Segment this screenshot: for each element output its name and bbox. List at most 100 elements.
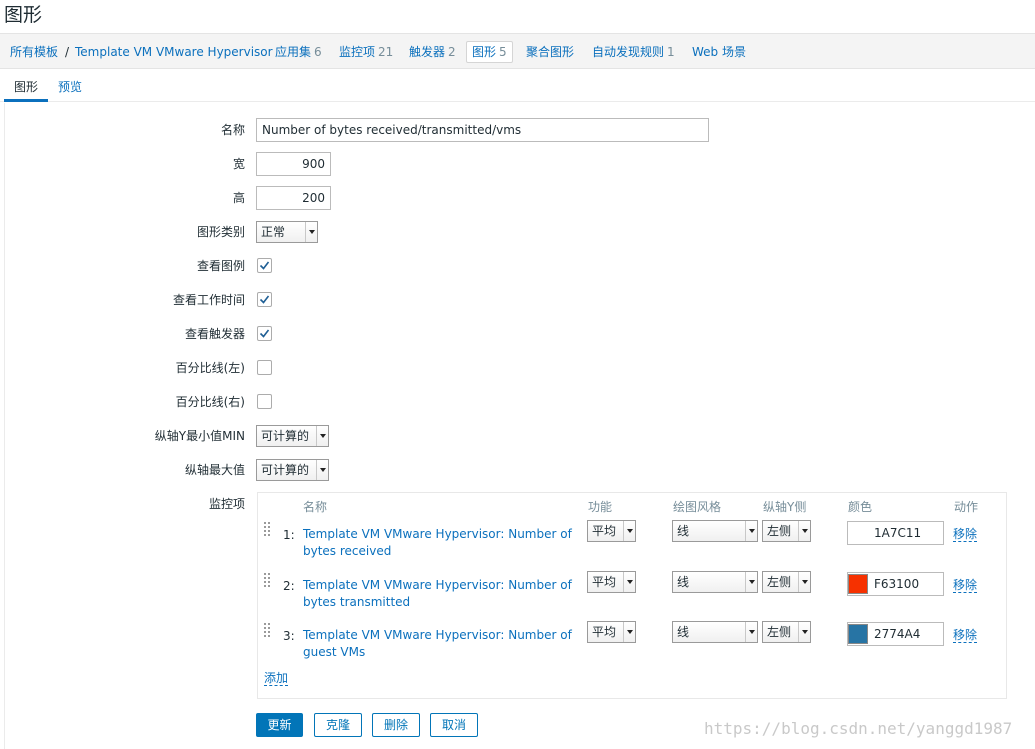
height-label: 高 (232, 191, 245, 205)
ymax-label: 纵轴最大值 (184, 463, 245, 477)
col-header-name: 名称 (303, 500, 328, 514)
y-axis-side-value: 左侧 (767, 625, 792, 639)
y-axis-side-select[interactable]: 左侧 (762, 621, 811, 643)
color-swatch[interactable] (848, 624, 868, 644)
color-swatch[interactable] (848, 574, 868, 594)
checkmark-icon (259, 329, 270, 338)
show-worktime-checkbox[interactable] (257, 292, 272, 307)
percentile-left-checkbox[interactable] (257, 360, 272, 375)
ymin-value: 可计算的 (261, 429, 310, 443)
color-input[interactable]: 1A7C11 (847, 521, 944, 545)
nav-applications-label: 应用集 (275, 45, 312, 59)
nav-discovery-count: 1 (667, 45, 675, 59)
row-number: 3: (283, 629, 295, 643)
checkmark-icon (259, 261, 270, 270)
col-header-draw-style: 绘图风格 (673, 500, 722, 514)
percentile-right-label: 百分比线(右) (175, 395, 245, 409)
breadcrumb-template[interactable]: Template VM VMware Hypervisor (75, 44, 273, 60)
show-worktime-label: 查看工作时间 (172, 293, 245, 307)
item-name-link[interactable]: Template VM VMware Hypervisor: Number of… (303, 577, 585, 611)
chevron-down-icon (305, 222, 317, 242)
host-navigation: 所有模板 / Template VM VMware Hypervisor 应用集… (0, 33, 1035, 69)
chevron-down-icon (745, 521, 757, 541)
nav-graphs[interactable]: 图形 5 (466, 41, 513, 63)
y-axis-side-select[interactable]: 左侧 (762, 520, 811, 542)
drag-handle-icon[interactable] (264, 573, 270, 589)
graph-items-table: 名称 功能 绘图风格 纵轴Y侧 颜色 动作 1: Template VM VMw… (257, 492, 1007, 699)
breadcrumb-separator: / (65, 45, 70, 59)
drag-handle-icon[interactable] (264, 623, 270, 639)
function-select[interactable]: 平均 (587, 571, 636, 593)
remove-item-link[interactable]: 移除 (953, 578, 978, 593)
show-legend-checkbox[interactable] (257, 258, 272, 273)
delete-button[interactable]: 删除 (372, 713, 420, 737)
col-header-color: 颜色 (848, 500, 873, 514)
name-label: 名称 (220, 123, 245, 137)
nav-graphs-label: 图形 (472, 45, 497, 59)
width-label: 宽 (232, 157, 245, 171)
breadcrumb-all-templates[interactable]: 所有模板 (10, 44, 58, 60)
chevron-down-icon (316, 460, 328, 480)
nav-graphs-count: 5 (499, 45, 507, 59)
clone-button[interactable]: 克隆 (314, 713, 362, 737)
draw-style-select[interactable]: 线 (672, 621, 758, 643)
function-value: 平均 (592, 625, 617, 639)
col-header-function: 功能 (588, 500, 613, 514)
item-name-link[interactable]: Template VM VMware Hypervisor: Number of… (303, 526, 585, 560)
nav-discovery-label: 自动发现规则 (592, 45, 665, 59)
drag-handle-icon[interactable] (264, 522, 270, 538)
remove-item-link[interactable]: 移除 (953, 628, 978, 643)
percentile-right-checkbox[interactable] (257, 394, 272, 409)
nav-items-label: 监控项 (339, 45, 376, 59)
cancel-button[interactable]: 取消 (430, 713, 478, 737)
chevron-down-icon (316, 426, 328, 446)
nav-items-count: 21 (378, 45, 394, 59)
nav-discovery-rules[interactable]: 自动发现规则 1 (592, 44, 675, 60)
draw-style-select[interactable]: 线 (672, 520, 758, 542)
ymax-value: 可计算的 (261, 463, 310, 477)
nav-screens[interactable]: 聚合图形 (526, 44, 574, 60)
chevron-down-icon (623, 572, 635, 592)
graph-type-select[interactable]: 正常 (256, 221, 318, 243)
nav-items[interactable]: 监控项 21 (339, 44, 393, 60)
chevron-down-icon (623, 622, 635, 642)
function-select[interactable]: 平均 (587, 621, 636, 643)
tab-preview[interactable]: 预览 (58, 79, 82, 95)
items-label: 监控项 (208, 497, 245, 511)
row-number: 2: (283, 579, 295, 593)
item-name-link[interactable]: Template VM VMware Hypervisor: Number of… (303, 627, 585, 661)
nav-triggers-label: 触发器 (409, 45, 446, 59)
chevron-down-icon (623, 521, 635, 541)
graph-type-value: 正常 (261, 225, 286, 239)
height-input[interactable]: 200 (256, 186, 331, 210)
chevron-down-icon (798, 622, 810, 642)
page-title: 图形 (4, 4, 43, 26)
name-input[interactable]: Number of bytes received/transmitted/vms (256, 118, 709, 142)
width-input[interactable]: 900 (256, 152, 331, 176)
chevron-down-icon (745, 572, 757, 592)
remove-item-link[interactable]: 移除 (953, 527, 978, 542)
y-axis-side-value: 左侧 (767, 524, 792, 538)
show-triggers-checkbox[interactable] (257, 326, 272, 341)
draw-style-value: 线 (677, 575, 690, 589)
function-select[interactable]: 平均 (587, 520, 636, 542)
y-axis-side-select[interactable]: 左侧 (762, 571, 811, 593)
update-button[interactable]: 更新 (256, 713, 303, 737)
draw-style-value: 线 (677, 625, 690, 639)
function-value: 平均 (592, 575, 617, 589)
nav-web-scenarios[interactable]: Web 场景 (692, 44, 746, 60)
nav-applications[interactable]: 应用集 6 (275, 44, 322, 60)
function-value: 平均 (592, 524, 617, 538)
ymin-select[interactable]: 可计算的 (256, 425, 329, 447)
nav-triggers[interactable]: 触发器 2 (409, 44, 456, 60)
draw-style-value: 线 (677, 524, 690, 538)
draw-style-select[interactable]: 线 (672, 571, 758, 593)
tab-graph[interactable]: 图形 (3, 79, 49, 102)
col-header-y-axis-side: 纵轴Y侧 (763, 500, 807, 514)
graph-type-label: 图形类别 (196, 225, 245, 239)
graph-form: 名称 Number of bytes received/transmitted/… (4, 103, 1035, 749)
ymin-label: 纵轴Y最小值MIN (154, 429, 245, 443)
add-item-link[interactable]: 添加 (264, 671, 289, 686)
ymax-select[interactable]: 可计算的 (256, 459, 329, 481)
watermark: https://blog.csdn.net/yanggd1987 (704, 719, 1013, 738)
